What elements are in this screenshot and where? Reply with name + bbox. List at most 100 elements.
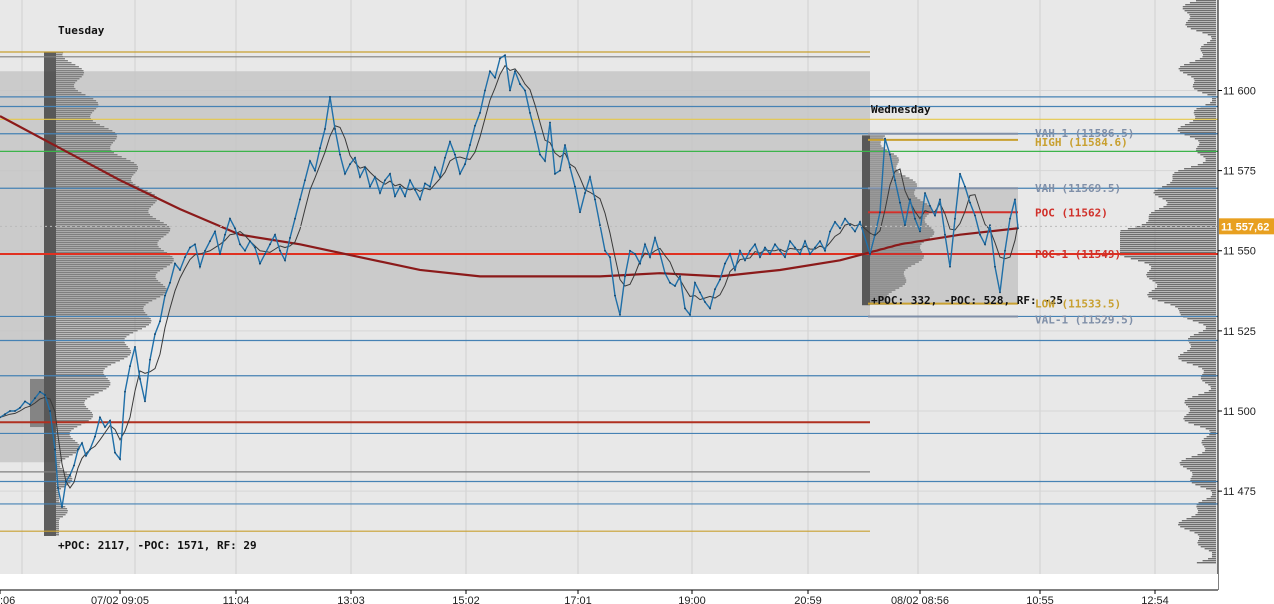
- tuesday-profile-bar: [56, 250, 164, 252]
- composite-profile-bar: [1177, 130, 1216, 132]
- composite-profile-bar: [1206, 488, 1216, 490]
- composite-profile-bar: [1191, 516, 1216, 518]
- price-point: [269, 243, 271, 246]
- composite-profile-bar: [1203, 44, 1216, 46]
- composite-profile-bar: [1127, 228, 1216, 230]
- wednesday-profile-bar: [870, 273, 904, 275]
- wednesday-profile-bar: [870, 233, 935, 235]
- tuesday-profile-bar: [56, 514, 66, 516]
- price-point: [304, 179, 306, 182]
- tuesday-profile-bar: [56, 70, 84, 72]
- tuesday-profile-bar: [56, 230, 171, 232]
- composite-profile-bar: [1187, 398, 1216, 400]
- price-point: [69, 474, 71, 477]
- wednesday-tpo-letters: [862, 135, 870, 306]
- price-point: [14, 410, 16, 412]
- tuesday-profile-bar: [56, 414, 93, 416]
- tuesday-profile-bar: [56, 258, 174, 260]
- price-point: [389, 172, 391, 175]
- composite-profile-bar: [1199, 536, 1216, 538]
- tuesday-profile-bar: [56, 346, 129, 348]
- tuesday-profile-bar: [56, 90, 78, 92]
- tuesday-profile-bar: [56, 496, 59, 498]
- price-point: [319, 147, 321, 150]
- composite-profile-bar: [1192, 320, 1216, 322]
- tuesday-profile-bar: [56, 256, 173, 258]
- tuesday-profile-bar: [56, 356, 128, 358]
- composite-profile-bar: [1180, 126, 1216, 128]
- composite-profile-bar: [1204, 392, 1216, 394]
- composite-profile-bar: [1166, 204, 1216, 206]
- tuesday-profile-bar: [56, 114, 91, 116]
- composite-profile-bar: [1158, 196, 1216, 198]
- tuesday-profile-bar: [56, 282, 161, 284]
- composite-profile-bar: [1178, 358, 1216, 360]
- price-point: [404, 195, 406, 198]
- composite-profile-bar: [1165, 200, 1216, 202]
- tuesday-profile-bar: [56, 128, 109, 130]
- price-point: [894, 179, 896, 182]
- composite-profile-bar: [1189, 342, 1216, 344]
- price-point: [234, 227, 236, 230]
- price-point: [254, 246, 256, 249]
- wednesday-profile-bar: [870, 175, 906, 177]
- tuesday-profile-bar: [56, 314, 148, 316]
- composite-profile-bar: [1200, 378, 1216, 380]
- composite-profile-bar: [1191, 482, 1216, 484]
- price-point: [529, 112, 531, 114]
- tuesday-profile-bar: [56, 220, 160, 222]
- chart-svg[interactable]: Tuesday +POC: 2117, -POC: 1571, RF: 29 Wed…: [0, 0, 1274, 604]
- composite-profile-bar: [1202, 368, 1216, 370]
- price-point: [784, 256, 786, 259]
- wednesday-profile-bar: [870, 203, 928, 205]
- composite-profile-bar: [1179, 70, 1216, 72]
- tuesday-profile-bar: [56, 200, 157, 202]
- composite-profile-bar: [1189, 62, 1216, 64]
- wednesday-profile-bar: [870, 141, 881, 143]
- tuesday-profile-bar: [56, 202, 156, 204]
- composite-profile-bar: [1200, 486, 1216, 488]
- price-point: [579, 211, 581, 214]
- composite-profile-bar: [1204, 548, 1216, 550]
- tuesday-profile-bar: [56, 324, 149, 326]
- tuesday-profile-bar: [56, 232, 169, 234]
- composite-profile-bar: [1194, 532, 1216, 534]
- composite-profile-bar: [1149, 278, 1216, 280]
- price-point: [85, 454, 87, 457]
- composite-profile-bar: [1146, 274, 1216, 276]
- composite-profile-bar: [1186, 22, 1216, 24]
- wednesday-profile-bar: [870, 185, 917, 187]
- tuesday-profile-bar: [56, 306, 144, 308]
- price-point: [869, 253, 871, 255]
- composite-profile-bar: [1198, 544, 1216, 546]
- composite-profile-bar: [1212, 100, 1216, 102]
- price-point: [244, 249, 246, 252]
- composite-profile-bar: [1202, 444, 1216, 446]
- composite-profile-bar: [1182, 8, 1216, 10]
- wednesday-level-label-1: HIGH (11584.6): [1035, 136, 1128, 149]
- wednesday-profile-bar: [870, 259, 922, 261]
- price-point: [554, 172, 556, 175]
- tuesday-profile-bar: [56, 402, 85, 404]
- composite-profile-bar: [1186, 468, 1216, 470]
- composite-profile-bar: [1167, 202, 1216, 204]
- composite-profile-bar: [1212, 492, 1216, 494]
- time-tick-label-9: 10:55: [1026, 595, 1054, 604]
- composite-profile-bar: [1205, 104, 1216, 106]
- tuesday-profile-bar: [56, 274, 156, 276]
- tuesday-profile-bar: [56, 348, 130, 350]
- composite-profile-bar: [1194, 114, 1216, 116]
- tuesday-profile-bar: [56, 458, 66, 460]
- composite-profile-bar: [1184, 400, 1216, 402]
- composite-profile-bar: [1124, 256, 1216, 258]
- wednesday-profile-bar: [870, 177, 910, 179]
- tuesday-profile-bar: [56, 184, 136, 186]
- composite-profile-bar: [1202, 380, 1216, 382]
- price-point: [159, 320, 161, 323]
- price-point: [854, 230, 856, 233]
- price-point: [454, 153, 456, 156]
- composite-profile-bar: [1189, 2, 1216, 4]
- price-point: [229, 217, 231, 220]
- price-point: [194, 243, 196, 246]
- composite-profile-bar: [1198, 332, 1216, 334]
